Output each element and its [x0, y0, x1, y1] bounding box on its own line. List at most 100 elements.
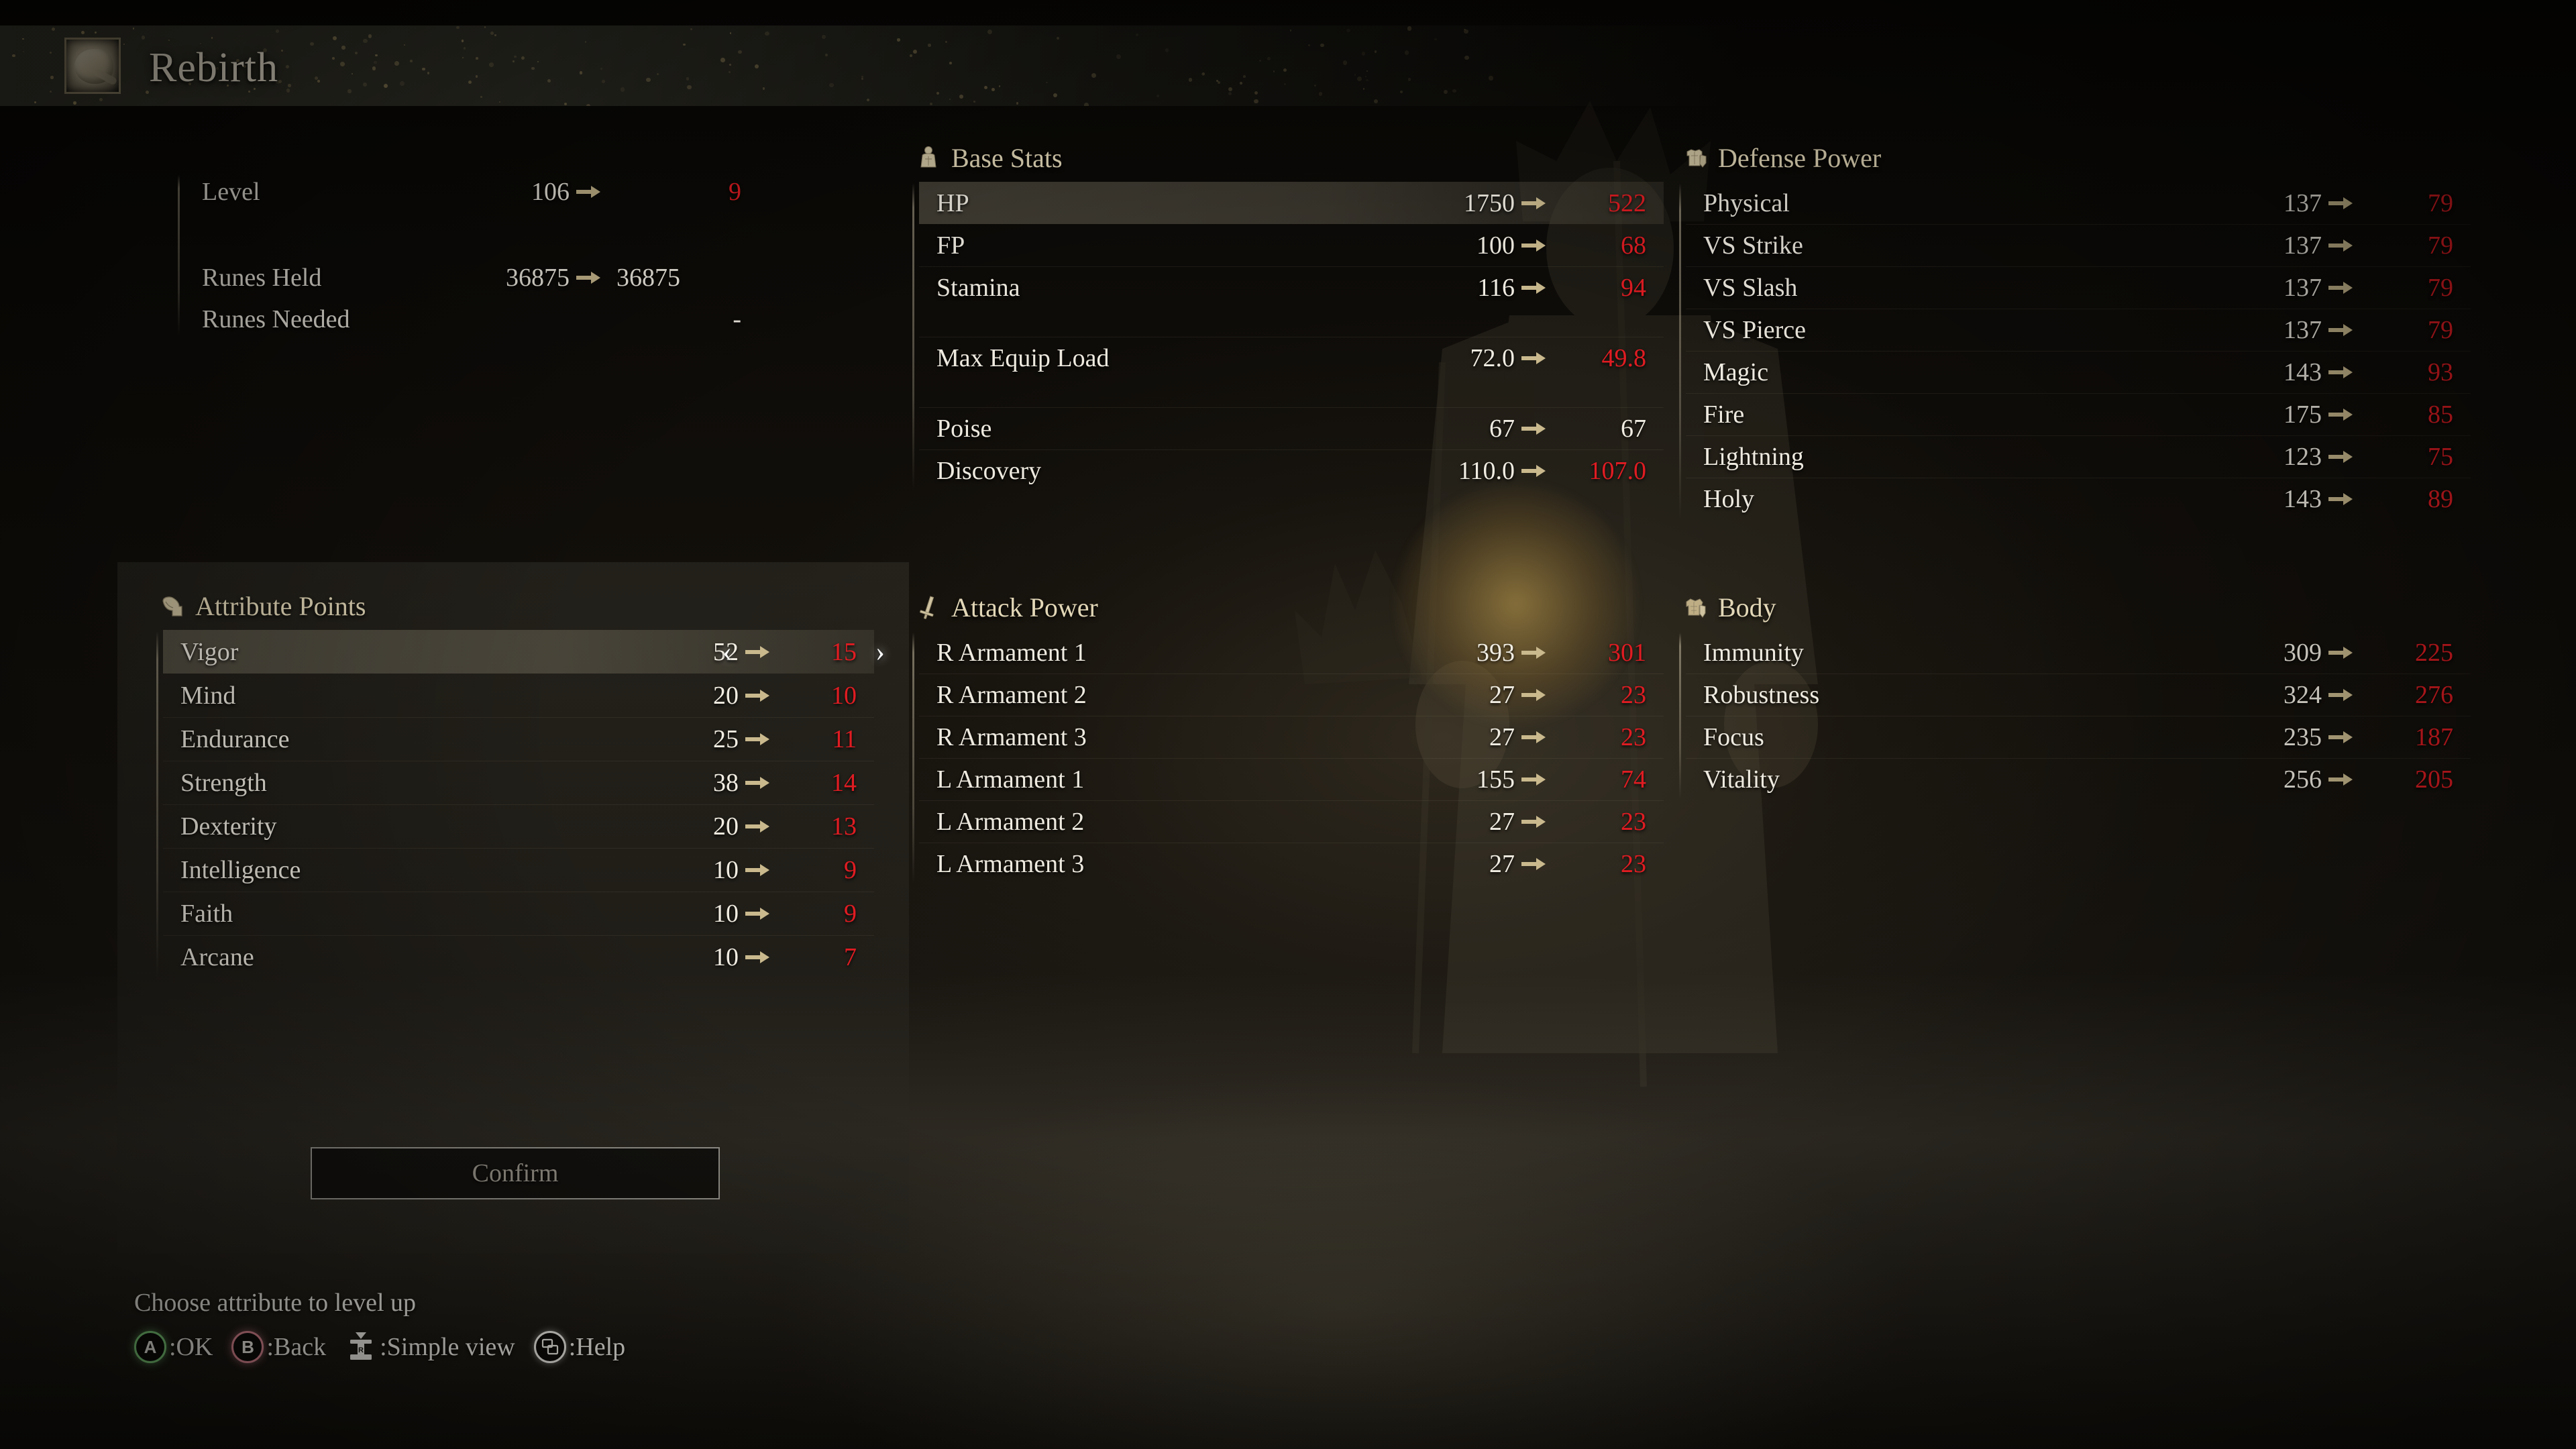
stat-row[interactable]: L Armament 3 27 23: [919, 843, 1664, 885]
arrow-icon: [570, 270, 607, 286]
stat-row[interactable]: Immunity 309 225: [1686, 631, 2471, 674]
stat-row[interactable]: Endurance 25 11: [163, 717, 874, 761]
stat-new-value: 93: [2428, 358, 2453, 386]
defense-power-section: Defense Power Physical 137 79 VS Strike 137 7…: [1679, 142, 2471, 520]
arrow-icon: [570, 184, 607, 200]
stat-label: L Armament 1: [936, 765, 1085, 794]
arrow-icon: [1515, 237, 1552, 254]
stat-row[interactable]: Arcane 10 7: [163, 935, 874, 979]
stat-new-value: 79: [2428, 231, 2453, 260]
stat-label: Dexterity: [180, 812, 277, 841]
stat-old-value: 393: [1477, 638, 1515, 667]
stat-old-value: 38: [713, 769, 739, 797]
stat-label: Faith: [180, 900, 233, 928]
footer-hint: Choose attribute to level up: [134, 1289, 417, 1317]
footer-prompt[interactable]: R:Simple view: [345, 1331, 527, 1363]
stat-new-value: 301: [1608, 638, 1646, 667]
stat-row[interactable]: Physical 137 79: [1686, 182, 2471, 224]
body-section: Body Immunity 309 225 Robustness 324 276 Focus…: [1679, 592, 2471, 800]
stat-row[interactable]: VS Pierce 137 79: [1686, 309, 2471, 351]
stat-row[interactable]: Max Equip Load 72.0 49.8: [919, 337, 1664, 379]
runes-held-label: Runes Held: [202, 264, 322, 292]
arrow-icon: [1515, 350, 1552, 366]
stat-row[interactable]: Lightning 123 75: [1686, 435, 2471, 478]
stat-label: Mind: [180, 682, 236, 710]
stat-label: FP: [936, 231, 965, 260]
stat-row[interactable]: Vigor 52 15 ‹ ›: [163, 630, 885, 674]
stat-label: HP: [936, 189, 969, 217]
stat-row[interactable]: Vitality 256 205: [1686, 758, 2471, 800]
stat-row[interactable]: Dexterity 20 13: [163, 804, 874, 848]
stat-row[interactable]: L Armament 2 27 23: [919, 800, 1664, 843]
attribute-points-panel: Attribute Points Vigor 52 15 ‹ › Mind 20 10 Endu…: [117, 562, 909, 1253]
stat-row[interactable]: VS Strike 137 79: [1686, 224, 2471, 266]
stat-row[interactable]: Stamina 116 94: [919, 266, 1664, 309]
footer-prompt-label: :OK: [169, 1333, 213, 1361]
base-stats-header: Base Stats: [912, 142, 1664, 174]
footer-prompts: A:OK B:Back R:Simple view:Help: [134, 1331, 637, 1363]
stat-row[interactable]: Focus 235 187: [1686, 716, 2471, 758]
chevron-right-icon[interactable]: ›: [875, 638, 885, 666]
runes-needed-new-value: -: [733, 305, 741, 333]
stat-row[interactable]: L Armament 1 155 74: [919, 758, 1664, 800]
stat-old-value: 25: [713, 725, 739, 753]
stat-new-value: 107.0: [1589, 457, 1647, 485]
stat-new-value: 522: [1608, 189, 1646, 217]
arrow-icon: [2322, 195, 2359, 211]
stat-row[interactable]: Poise 67 67: [919, 407, 1664, 449]
runes-needed-label: Runes Needed: [202, 305, 350, 333]
stat-old-value: 256: [2284, 765, 2322, 794]
stat-label: Max Equip Load: [936, 344, 1110, 372]
stat-row[interactable]: FP 100 68: [919, 224, 1664, 266]
stat-row[interactable]: VS Slash 137 79: [1686, 266, 2471, 309]
stat-row[interactable]: Fire 175 85: [1686, 393, 2471, 435]
stat-old-value: 27: [1489, 850, 1515, 878]
stat-row[interactable]: Holy 143 89: [1686, 478, 2471, 520]
stat-old-value: 143: [2284, 358, 2322, 386]
stat-new-value: 187: [2415, 723, 2453, 751]
stat-row[interactable]: R Armament 2 27 23: [919, 674, 1664, 716]
stat-label: L Armament 2: [936, 808, 1085, 836]
stat-old-value: 1750: [1464, 189, 1515, 217]
runes-held-new-value: 36875: [616, 264, 680, 292]
confirm-button[interactable]: Confirm: [311, 1147, 720, 1199]
stat-row[interactable]: HP 1750 522: [919, 182, 1664, 224]
stat-label: Vigor: [180, 637, 239, 666]
stat-old-value: 137: [2284, 316, 2322, 344]
arrow-icon: [2322, 687, 2359, 703]
chevron-left-icon[interactable]: ‹: [722, 638, 732, 666]
page-header: Rebirth: [0, 25, 1744, 106]
attack-power-title: Attack Power: [951, 592, 1098, 623]
stat-row[interactable]: R Armament 3 27 23: [919, 716, 1664, 758]
stat-row[interactable]: Discovery 110.0 107.0: [919, 449, 1664, 492]
stat-new-value: 9: [844, 900, 857, 928]
arrow-icon: [1515, 195, 1552, 211]
stat-row[interactable]: Strength 38 14: [163, 761, 874, 804]
stat-row[interactable]: R Armament 1 393 301: [919, 631, 1664, 674]
level-stat-list: Level 106 9 Runes Held 36875 36875 Runes…: [178, 171, 741, 340]
arrow-icon: [1515, 771, 1552, 788]
stat-new-value: 23: [1621, 723, 1646, 751]
button-a-icon: A: [134, 1331, 166, 1363]
arrow-icon: [2322, 645, 2359, 661]
stat-label: VS Slash: [1703, 274, 1798, 302]
arrow-icon: [739, 949, 776, 965]
stat-row[interactable]: Mind 20 10: [163, 674, 874, 717]
stat-old-value: 137: [2284, 231, 2322, 260]
stat-new-value: 85: [2428, 400, 2453, 429]
stat-old-value: 27: [1489, 723, 1515, 751]
stat-row[interactable]: Robustness 324 276: [1686, 674, 2471, 716]
stat-row[interactable]: Intelligence 10 9: [163, 848, 874, 892]
stat-row[interactable]: Magic 143 93: [1686, 351, 2471, 393]
stat-new-value: 225: [2415, 638, 2453, 667]
footer-prompt[interactable]: A:OK: [134, 1331, 225, 1363]
stat-new-value: 79: [2428, 274, 2453, 302]
footer-prompt[interactable]: :Help: [533, 1331, 637, 1363]
stat-label: VS Pierce: [1703, 316, 1807, 344]
stat-new-value: 68: [1621, 231, 1646, 260]
base-stats-rows: HP 1750 522 FP 100 68 Stamina 116 94 Max Equip Lo…: [912, 182, 1664, 492]
footer-prompt[interactable]: B:Back: [231, 1331, 338, 1363]
stat-row[interactable]: Faith 10 9: [163, 892, 874, 935]
arrow-icon: [1515, 814, 1552, 830]
